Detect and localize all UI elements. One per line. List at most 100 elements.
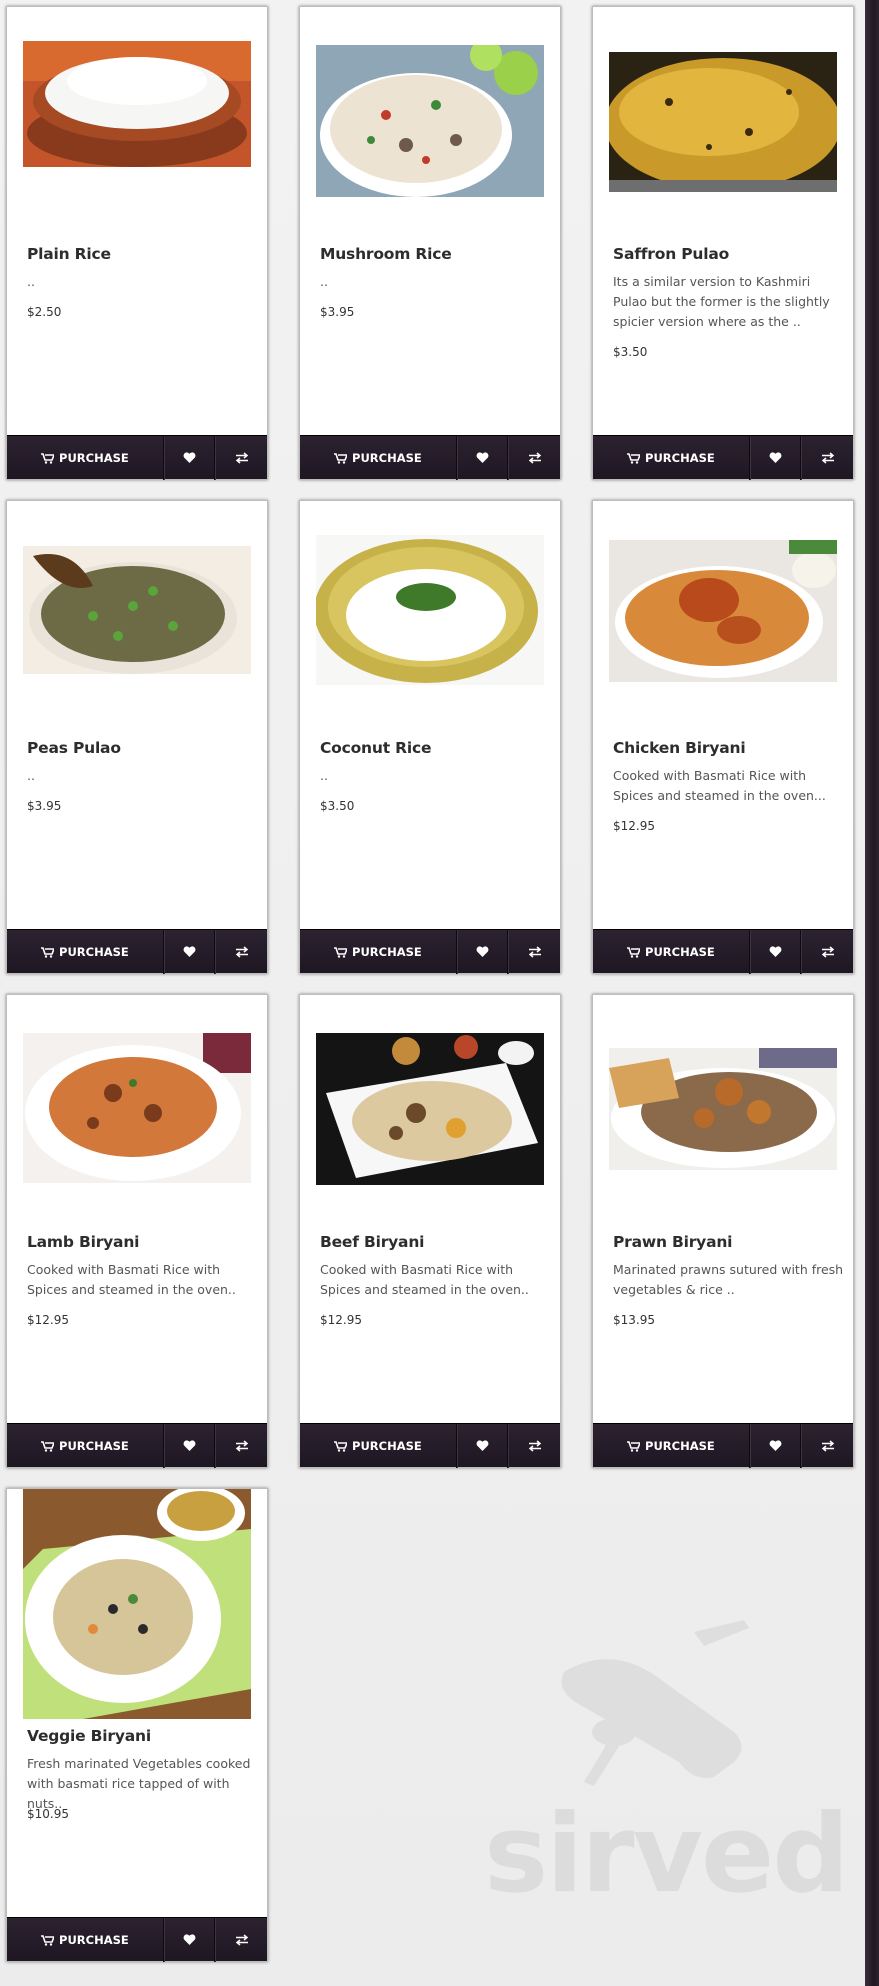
purchase-label: PURCHASE (59, 451, 129, 465)
purchase-button[interactable]: PURCHASE (593, 1424, 750, 1468)
product-name: Chicken Biryani (613, 739, 746, 757)
chicken-biryani-photo[interactable] (609, 540, 837, 682)
product-actions: PURCHASE (593, 435, 853, 480)
product-name: Prawn Biryani (613, 1233, 733, 1251)
product-actions: PURCHASE (7, 1423, 267, 1468)
product-price: $10.95 (27, 1807, 69, 1821)
purchase-button[interactable]: PURCHASE (7, 930, 164, 974)
purchase-button[interactable]: PURCHASE (7, 1918, 164, 1962)
lamb-biryani-photo[interactable] (23, 1033, 251, 1183)
exchange-icon (235, 946, 248, 958)
beef-biryani-photo[interactable] (316, 1033, 544, 1185)
cart-icon (334, 452, 348, 464)
purchase-label: PURCHASE (352, 945, 422, 959)
product-description: Cooked with Basmati Rice with Spices and… (613, 768, 826, 803)
cart-icon (41, 452, 55, 464)
mushroom-rice-photo[interactable] (316, 45, 544, 197)
purchase-button[interactable]: PURCHASE (300, 1424, 457, 1468)
product-price: $3.95 (320, 305, 355, 319)
purchase-label: PURCHASE (645, 451, 715, 465)
product-name: Peas Pulao (27, 739, 121, 757)
cart-icon (41, 946, 55, 958)
product-card: Veggie Biryani Fresh marinated Vegetable… (6, 1488, 268, 1962)
product-price: $12.95 (27, 1313, 69, 1327)
product-price: $3.50 (613, 345, 648, 359)
product-price: $3.95 (27, 799, 62, 813)
compare-button[interactable] (508, 930, 560, 974)
peas-pulao-photo[interactable] (23, 546, 251, 674)
compare-button[interactable] (801, 930, 853, 974)
compare-button[interactable] (215, 1918, 267, 1962)
product-price: $13.95 (613, 1313, 655, 1327)
wishlist-button[interactable] (456, 436, 509, 480)
purchase-button[interactable]: PURCHASE (300, 930, 457, 974)
plain-rice-photo[interactable] (23, 41, 251, 167)
compare-button[interactable] (508, 1424, 560, 1468)
purchase-label: PURCHASE (352, 451, 422, 465)
product-card: Plain Rice .. $2.50 PURCHASE (6, 6, 268, 480)
wishlist-button[interactable] (163, 436, 216, 480)
coconut-rice-photo[interactable] (316, 535, 544, 685)
exchange-icon (235, 1440, 248, 1452)
compare-button[interactable] (801, 1424, 853, 1468)
heart-icon (183, 946, 196, 957)
prawn-biryani-photo[interactable] (609, 1048, 837, 1170)
compare-button[interactable] (801, 436, 853, 480)
product-card: Lamb Biryani Cooked with Basmati Rice wi… (6, 994, 268, 1468)
product-description: Cooked with Basmati Rice with Spices and… (27, 1262, 236, 1297)
cart-icon (627, 452, 641, 464)
product-name: Veggie Biryani (27, 1727, 151, 1745)
purchase-button[interactable]: PURCHASE (300, 436, 457, 480)
heart-icon (183, 1440, 196, 1451)
product-actions: PURCHASE (300, 929, 560, 974)
compare-button[interactable] (215, 1424, 267, 1468)
saffron-pulao-photo[interactable] (609, 52, 837, 192)
product-name: Coconut Rice (320, 739, 432, 757)
sirved-watermark: sirved (484, 1612, 850, 1917)
product-actions: PURCHASE (300, 435, 560, 480)
exchange-icon (821, 1440, 834, 1452)
wishlist-button[interactable] (749, 1424, 802, 1468)
heart-icon (476, 946, 489, 957)
heart-icon (183, 452, 196, 463)
product-price: $12.95 (613, 819, 655, 833)
product-description: .. (27, 274, 35, 289)
exchange-icon (235, 1934, 248, 1946)
compare-button[interactable] (508, 436, 560, 480)
purchase-label: PURCHASE (645, 1439, 715, 1453)
product-name: Lamb Biryani (27, 1233, 140, 1251)
purchase-button[interactable]: PURCHASE (7, 436, 164, 480)
wishlist-button[interactable] (456, 930, 509, 974)
product-actions: PURCHASE (593, 1423, 853, 1468)
cart-icon (627, 946, 641, 958)
exchange-icon (528, 1440, 541, 1452)
purchase-button[interactable]: PURCHASE (7, 1424, 164, 1468)
compare-button[interactable] (215, 436, 267, 480)
product-description: Fresh marinated Vegetables cooked with b… (27, 1756, 251, 1811)
product-name: Plain Rice (27, 245, 111, 263)
cart-icon (41, 1440, 55, 1452)
product-name: Saffron Pulao (613, 245, 730, 263)
purchase-button[interactable]: PURCHASE (593, 930, 750, 974)
product-price: $12.95 (320, 1313, 362, 1327)
product-card: Prawn Biryani Marinated prawns sutured w… (592, 994, 854, 1468)
cart-icon (334, 1440, 348, 1452)
product-description: .. (320, 274, 328, 289)
product-actions: PURCHASE (7, 929, 267, 974)
exchange-icon (821, 946, 834, 958)
product-description: .. (320, 768, 328, 783)
product-price: $2.50 (27, 305, 62, 319)
product-actions: PURCHASE (7, 435, 267, 480)
exchange-icon (528, 452, 541, 464)
wishlist-button[interactable] (749, 930, 802, 974)
wishlist-button[interactable] (163, 930, 216, 974)
wishlist-button[interactable] (163, 1918, 216, 1962)
purchase-label: PURCHASE (59, 1439, 129, 1453)
purchase-button[interactable]: PURCHASE (593, 436, 750, 480)
compare-button[interactable] (215, 930, 267, 974)
wishlist-button[interactable] (456, 1424, 509, 1468)
exchange-icon (528, 946, 541, 958)
veggie-biryani-photo[interactable] (23, 1489, 251, 1719)
wishlist-button[interactable] (749, 436, 802, 480)
wishlist-button[interactable] (163, 1424, 216, 1468)
